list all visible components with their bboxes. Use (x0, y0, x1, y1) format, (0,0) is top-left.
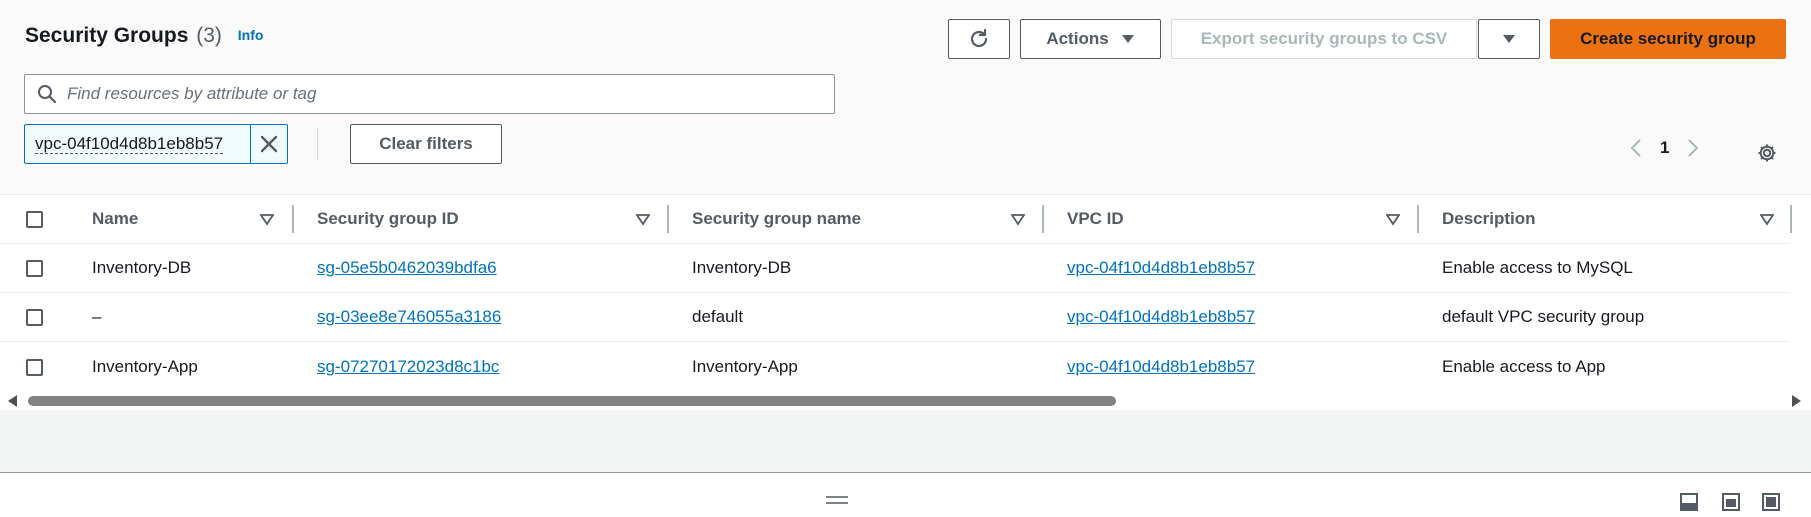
cell-name: Inventory-DB (92, 258, 192, 277)
horizontal-scrollbar[interactable] (0, 392, 1811, 410)
row-divider (0, 292, 1790, 293)
sort-icon[interactable] (1386, 212, 1400, 226)
filter-token-text: vpc-04f10d4d8b1eb8b57 (35, 133, 224, 154)
close-icon (260, 135, 278, 153)
page-title: Security Groups (3) Info (25, 24, 263, 48)
clear-filters-button[interactable]: Clear filters (350, 124, 502, 164)
row-checkbox[interactable] (26, 260, 43, 277)
export-csv-button[interactable]: Export security groups to CSV (1171, 19, 1477, 59)
cell-name: Inventory-App (92, 357, 198, 376)
actions-button[interactable]: Actions (1020, 19, 1161, 59)
filter-token-label[interactable]: vpc-04f10d4d8b1eb8b57 (25, 125, 251, 163)
sort-icon[interactable] (1760, 212, 1774, 226)
cell-description: Enable access to App (1442, 357, 1606, 376)
info-link[interactable]: Info (238, 27, 264, 43)
column-header-name[interactable]: Name (92, 195, 138, 243)
column-resizer[interactable] (292, 205, 294, 233)
pagination: 1 (1630, 138, 1699, 158)
column-header-sg-name[interactable]: Security group name (692, 195, 861, 243)
column-resizer[interactable] (1417, 205, 1419, 233)
row-divider (0, 243, 1790, 244)
split-side-icon[interactable] (1722, 493, 1740, 511)
column-resizer[interactable] (667, 205, 669, 233)
vpc-id-link[interactable]: vpc-04f10d4d8b1eb8b57 (1067, 307, 1255, 327)
cell-sg-name: Inventory-App (692, 357, 798, 376)
sort-icon[interactable] (636, 212, 650, 226)
cell-name: – (92, 307, 102, 326)
empty-panel-area (0, 410, 1811, 473)
split-panel-bar (0, 474, 1811, 517)
gear-icon[interactable] (1756, 142, 1778, 164)
filter-token: vpc-04f10d4d8b1eb8b57 (24, 124, 288, 164)
sg-id-link[interactable]: sg-07270172023d8c1bc (317, 357, 499, 377)
cell-sg-name: Inventory-DB (692, 258, 792, 277)
split-full-icon[interactable] (1762, 493, 1780, 511)
caret-down-icon (1121, 35, 1134, 43)
scroll-left-icon[interactable] (8, 395, 18, 407)
item-count: (3) (196, 24, 222, 47)
create-label: Create security group (1580, 29, 1756, 48)
clear-filters-label: Clear filters (379, 134, 473, 153)
sg-id-link[interactable]: sg-05e5b0462039bdfa6 (317, 258, 497, 278)
sort-icon[interactable] (1011, 212, 1025, 226)
search-icon (38, 85, 57, 104)
sg-id-link[interactable]: sg-03ee8e746055a3186 (317, 307, 501, 327)
row-checkbox[interactable] (26, 309, 43, 326)
column-header-description[interactable]: Description (1442, 195, 1536, 243)
export-options-dropdown[interactable] (1478, 19, 1540, 59)
caret-down-icon (1503, 35, 1515, 43)
cell-sg-name: default (692, 307, 744, 326)
column-header-sg-id[interactable]: Security group ID (317, 195, 459, 243)
search-field[interactable] (24, 74, 835, 114)
row-divider (0, 341, 1790, 342)
actions-label: Actions (1046, 29, 1109, 48)
drag-handle-icon[interactable] (826, 496, 848, 504)
vpc-id-link[interactable]: vpc-04f10d4d8b1eb8b57 (1067, 357, 1255, 377)
select-all-checkbox[interactable] (26, 211, 43, 228)
vpc-id-link[interactable]: vpc-04f10d4d8b1eb8b57 (1067, 258, 1255, 278)
scrollbar-thumb[interactable] (28, 396, 1116, 406)
refresh-button[interactable] (948, 19, 1010, 59)
scroll-right-icon[interactable] (1791, 395, 1801, 407)
column-resizer[interactable] (1042, 205, 1044, 233)
row-checkbox[interactable] (26, 359, 43, 376)
column-resizer[interactable] (1790, 205, 1792, 233)
security-groups-table: Name Security group ID Security group na… (0, 194, 1811, 410)
export-csv-label: Export security groups to CSV (1200, 29, 1448, 48)
filter-divider (317, 128, 318, 160)
refresh-icon (970, 28, 988, 48)
column-header-vpc-id[interactable]: VPC ID (1067, 195, 1124, 243)
chevron-left-icon[interactable] (1630, 138, 1642, 158)
cell-description: Enable access to MySQL (1442, 258, 1633, 277)
remove-filter-button[interactable] (251, 125, 287, 163)
chevron-right-icon[interactable] (1687, 138, 1699, 158)
search-input[interactable] (67, 84, 834, 104)
create-security-group-button[interactable]: Create security group (1550, 19, 1786, 59)
current-page[interactable]: 1 (1660, 138, 1669, 158)
split-bottom-icon[interactable] (1680, 493, 1698, 511)
cell-description: default VPC security group (1442, 307, 1645, 326)
sort-icon[interactable] (260, 212, 274, 226)
page-title-text: Security Groups (25, 24, 189, 47)
